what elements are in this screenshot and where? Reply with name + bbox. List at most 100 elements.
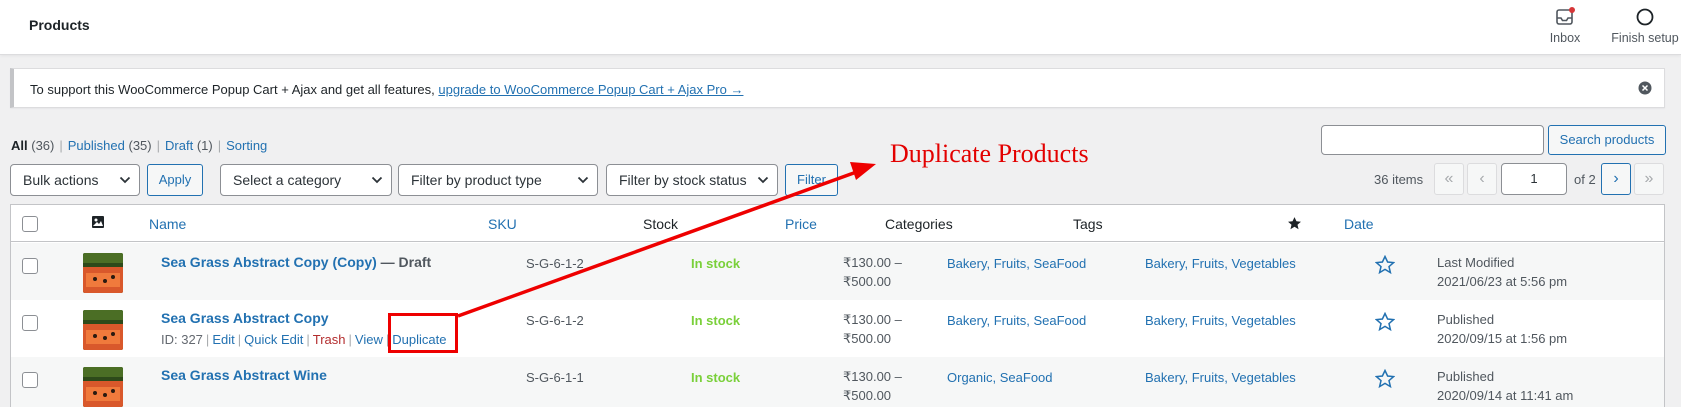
category-value: Select a category [233, 172, 342, 188]
current-page-input[interactable]: 1 [1501, 163, 1567, 195]
featured-star-icon[interactable] [1375, 255, 1395, 275]
bulk-actions-select[interactable]: Bulk actions [10, 164, 140, 196]
chevron-down-icon [577, 176, 589, 184]
date-cell: Last Modified 2021/06/23 at 5:56 pm [1437, 253, 1567, 291]
price-high: ₹500.00 [843, 388, 892, 403]
date-status: Last Modified [1437, 255, 1515, 270]
product-name-link[interactable]: Sea Grass Abstract Copy [161, 310, 329, 326]
tags-cell[interactable]: Bakery, Fruits, Vegetables [1145, 313, 1296, 328]
search-input[interactable] [1321, 125, 1544, 155]
view-all-count: (36) [31, 138, 55, 153]
view-draft[interactable]: Draft (1) [165, 138, 213, 153]
featured-star-icon[interactable] [1375, 369, 1395, 389]
view-published[interactable]: Published (35) [68, 138, 152, 153]
table-row: Sea Grass Abstract Copy (Copy) — Draft S… [11, 243, 1664, 300]
table-row: Sea Grass Abstract Copy ID: 327 | Edit | Qui… [11, 300, 1664, 357]
date-value: 2020/09/15 at 1:56 pm [1437, 331, 1568, 346]
column-categories: Categories [885, 216, 953, 232]
categories-cell[interactable]: Bakery, Fruits, SeaFood [947, 256, 1086, 271]
upgrade-link[interactable]: upgrade to WooCommerce Popup Cart + Ajax… [438, 82, 743, 97]
image-icon [92, 216, 104, 228]
status-views: All (36) | Published (35) | Draft (1) | Sortin… [11, 138, 268, 153]
finish-setup-label: Finish setup [1611, 31, 1679, 45]
tags-cell[interactable]: Bakery, Fruits, Vegetables [1145, 256, 1296, 271]
next-page-button[interactable]: › [1601, 163, 1631, 195]
date-status: Published [1437, 312, 1495, 327]
categories-cell[interactable]: Bakery, Fruits, SeaFood [947, 313, 1086, 328]
top-header: Products Inbox Finish setup [0, 0, 1681, 55]
product-thumbnail[interactable] [83, 367, 123, 407]
date-status: Published [1437, 369, 1495, 384]
price-high: ₹500.00 [843, 274, 892, 289]
column-sku[interactable]: SKU [488, 216, 517, 232]
notice-text: To support this WooCommerce Popup Cart +… [30, 82, 743, 97]
apply-button[interactable]: Apply [147, 164, 203, 196]
featured-star-icon[interactable] [1375, 312, 1395, 332]
chevron-down-icon [119, 176, 131, 184]
stock-cell: In stock [691, 256, 741, 271]
prev-page-button[interactable]: ‹ [1467, 163, 1497, 195]
price-cell: ₹130.00 – ₹500.00 [843, 367, 902, 405]
stock-cell: In stock [691, 313, 741, 328]
price-cell: ₹130.00 – ₹500.00 [843, 253, 902, 291]
row-checkbox[interactable] [22, 372, 38, 388]
price-low: ₹130.00 – [843, 255, 902, 270]
upgrade-notice: To support this WooCommerce Popup Cart +… [10, 68, 1665, 108]
date-cell: Published 2020/09/15 at 1:56 pm [1437, 310, 1567, 348]
chevron-down-icon [757, 176, 769, 184]
view-all[interactable]: All (36) [11, 138, 54, 153]
products-table: Name SKU Stock Price Categories Tags Dat… [10, 204, 1665, 407]
filter-button[interactable]: Filter [785, 164, 838, 196]
categories-cell[interactable]: Organic, SeaFood [947, 370, 1053, 385]
column-name[interactable]: Name [149, 216, 186, 232]
chevron-down-icon [371, 176, 383, 184]
product-name-link[interactable]: Sea Grass Abstract Wine [161, 367, 327, 383]
product-type-select[interactable]: Filter by product type [398, 164, 598, 196]
sku-cell: S-G-6-1-2 [526, 256, 584, 271]
first-page-button[interactable]: « [1434, 163, 1464, 195]
product-thumbnail[interactable] [83, 310, 123, 350]
inbox-button[interactable]: Inbox [1545, 6, 1585, 45]
column-date[interactable]: Date [1344, 216, 1374, 232]
row-checkbox[interactable] [22, 315, 38, 331]
select-all-checkbox[interactable] [22, 216, 38, 232]
total-pages: of 2 [1574, 172, 1596, 187]
column-price[interactable]: Price [785, 216, 817, 232]
trash-link[interactable]: Trash [313, 332, 346, 347]
product-thumbnail[interactable] [83, 253, 123, 293]
last-page-button[interactable]: » [1634, 163, 1664, 195]
view-sorting[interactable]: Sorting [226, 138, 267, 153]
view-draft-label: Draft [165, 138, 194, 153]
table-header: Name SKU Stock Price Categories Tags Dat… [11, 205, 1664, 242]
row-checkbox[interactable] [22, 258, 38, 274]
price-low: ₹130.00 – [843, 312, 902, 327]
stock-cell: In stock [691, 370, 741, 385]
sku-cell: S-G-6-1-2 [526, 313, 584, 328]
view-link[interactable]: View [355, 332, 383, 347]
stock-status-value: Filter by stock status [619, 172, 747, 188]
inbox-icon [1556, 7, 1575, 25]
product-name-link[interactable]: Sea Grass Abstract Copy (Copy) — Draft [161, 254, 431, 270]
featured-star-icon[interactable] [1287, 216, 1302, 231]
quick-edit-link[interactable]: Quick Edit [244, 332, 303, 347]
edit-link[interactable]: Edit [212, 332, 234, 347]
sku-cell: S-G-6-1-1 [526, 370, 584, 385]
progress-circle-icon [1636, 8, 1654, 26]
view-all-label: All [11, 138, 28, 153]
search-products-button[interactable]: Search products [1548, 125, 1666, 155]
category-select[interactable]: Select a category [220, 164, 392, 196]
inbox-label: Inbox [1549, 31, 1581, 45]
tags-cell[interactable]: Bakery, Fruits, Vegetables [1145, 370, 1296, 385]
table-row: Sea Grass Abstract Wine S-G-6-1-1 In sto… [11, 357, 1664, 407]
view-published-count: (35) [128, 138, 152, 153]
stock-status-select[interactable]: Filter by stock status [606, 164, 778, 196]
view-published-label: Published [67, 138, 125, 153]
finish-setup-button[interactable]: Finish setup [1605, 6, 1681, 45]
duplicate-highlight-box [388, 313, 458, 353]
product-name: Sea Grass Abstract Copy (Copy) [161, 254, 377, 270]
product-id: ID: 327 [161, 332, 203, 347]
column-stock: Stock [643, 216, 679, 232]
close-icon[interactable] [1638, 81, 1652, 95]
bulk-actions-value: Bulk actions [23, 172, 99, 188]
product-type-value: Filter by product type [411, 172, 542, 188]
